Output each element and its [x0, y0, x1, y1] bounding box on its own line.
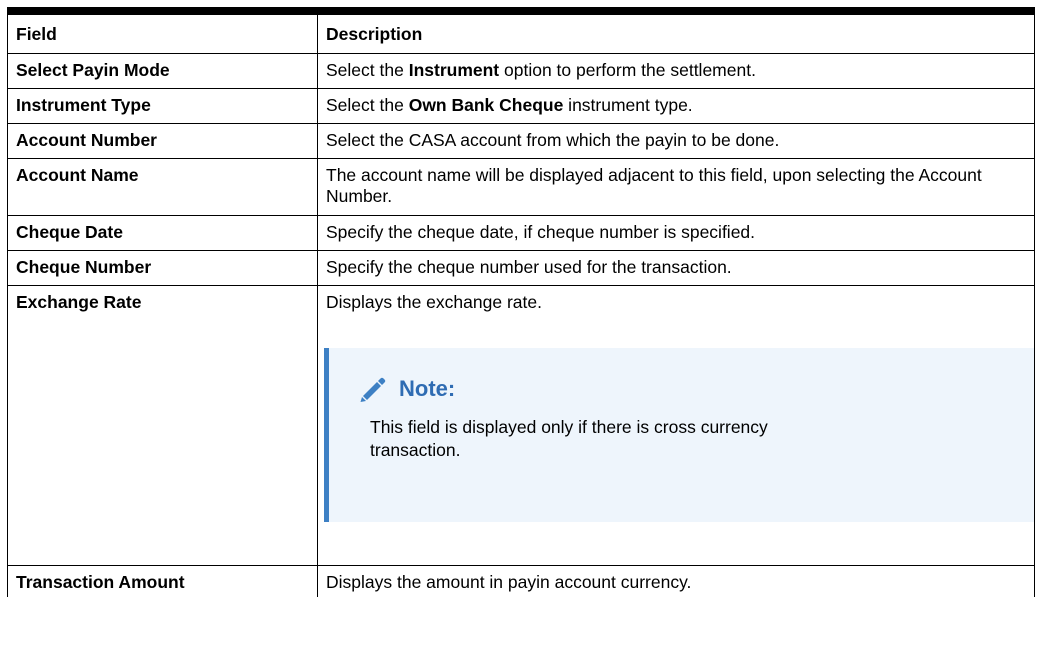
- field-name-cell: Transaction Amount: [7, 565, 318, 597]
- table-row: Cheque Date Specify the cheque date, if …: [7, 215, 1035, 251]
- description-cell: Specify the cheque number used for the t…: [317, 250, 1035, 286]
- field-name-cell: Select Payin Mode: [7, 53, 318, 89]
- field-name-cell: Instrument Type: [7, 88, 318, 124]
- field-name-cell: Cheque Date: [7, 215, 318, 251]
- document-page: Field Description Select Payin Mode Sele…: [0, 0, 1037, 649]
- field-name-cell: Exchange Rate: [7, 285, 318, 566]
- description-text: option to perform the settlement.: [499, 60, 756, 80]
- description-cell: Displays the amount in payin account cur…: [317, 565, 1035, 597]
- table-body: Select Payin Mode Select the Instrument …: [7, 53, 1035, 597]
- field-name-cell: Account Number: [7, 123, 318, 159]
- table-header: Field Description: [7, 7, 1035, 54]
- description-cell: Select the Instrument option to perform …: [317, 53, 1035, 89]
- description-text: Select the: [326, 95, 409, 115]
- description-cell: Specify the cheque date, if cheque numbe…: [317, 215, 1035, 251]
- note-callout: Note: This field is displayed only if th…: [324, 348, 1035, 522]
- description-emphasis: Instrument: [408, 60, 500, 80]
- column-header-description: Description: [317, 7, 1035, 54]
- field-name-cell: Account Name: [7, 158, 318, 216]
- note-text: This field is displayed only if there is…: [370, 417, 768, 460]
- table-row: Exchange Rate Displays the exchange rate…: [7, 285, 1035, 566]
- description-cell: Select the Own Bank Cheque instrument ty…: [317, 88, 1035, 124]
- description-emphasis: Own Bank Cheque: [408, 95, 564, 115]
- note-title: Note:: [399, 376, 456, 401]
- description-cell: Select the CASA account from which the p…: [317, 123, 1035, 159]
- table-row: Select Payin Mode Select the Instrument …: [7, 53, 1035, 89]
- pencil-icon: [359, 376, 387, 402]
- description-text: Displays the exchange rate.: [326, 292, 542, 312]
- table-row: Account Name The account name will be di…: [7, 158, 1035, 216]
- description-text: instrument type.: [563, 95, 693, 115]
- field-name-cell: Cheque Number: [7, 250, 318, 286]
- table-row: Cheque Number Specify the cheque number …: [7, 250, 1035, 286]
- table-row: Transaction Amount Displays the amount i…: [7, 565, 1035, 597]
- column-header-field: Field: [7, 7, 318, 54]
- description-text: Select the: [326, 60, 409, 80]
- description-cell: Displays the exchange rate. Note: This f…: [317, 285, 1035, 566]
- table-header-row: Field Description: [7, 7, 1035, 54]
- table-row: Instrument Type Select the Own Bank Cheq…: [7, 88, 1035, 124]
- note-header: Note:: [359, 376, 1035, 402]
- field-description-table: Field Description Select Payin Mode Sele…: [7, 7, 1035, 597]
- table-row: Account Number Select the CASA account f…: [7, 123, 1035, 159]
- description-cell: The account name will be displayed adjac…: [317, 158, 1035, 216]
